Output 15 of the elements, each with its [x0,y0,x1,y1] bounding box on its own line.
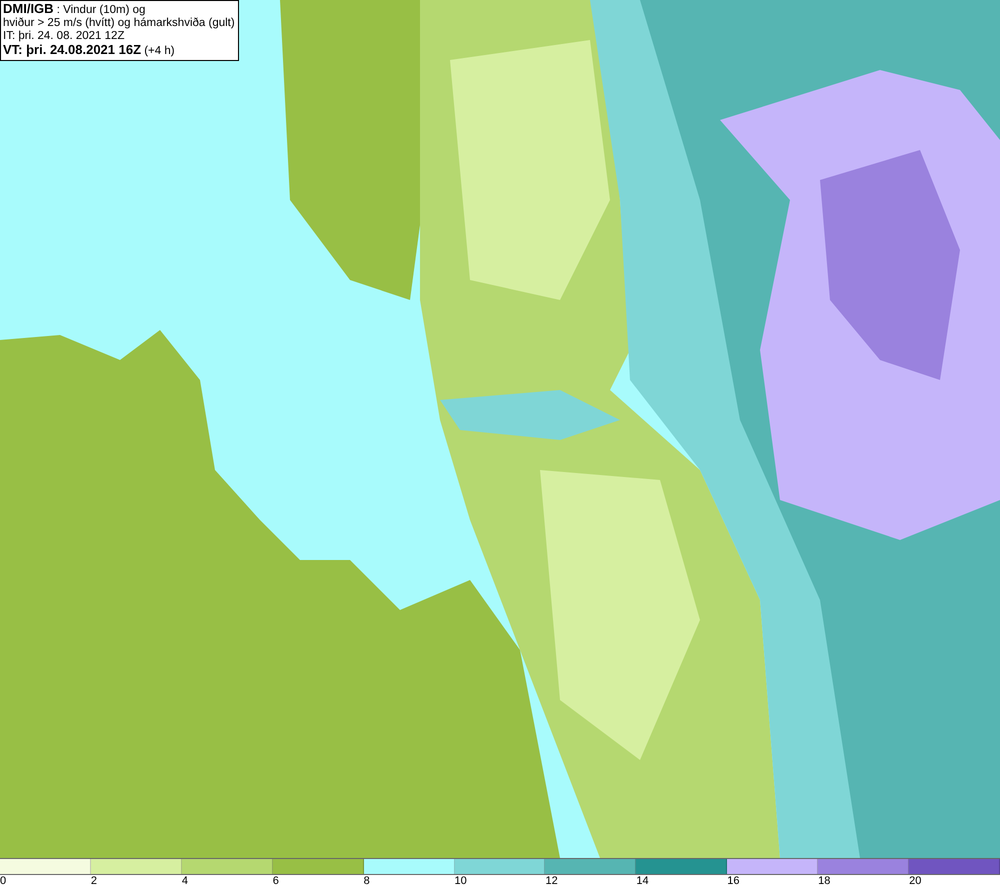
tick-label: 8 [364,875,370,887]
tick-label: 10 [454,875,467,887]
tick-label: 16 [727,875,740,887]
tick-label: 12 [545,875,558,887]
caption-line: IT: þri. 24. 08. 2021 12Z [3,30,126,43]
caption-line: DMI/IGB : Vindur (10m) og [3,2,146,17]
tick-label: 2 [90,875,98,887]
tick-label: 0 [0,875,6,887]
caption-line: VT: þri. 24.08.2021 16Z (+4 h) [3,43,176,58]
tick-label: 20 [909,875,922,887]
tick-label: 18 [818,875,830,887]
tick-label: 14 [636,875,649,887]
tick-label: 4 [182,875,188,887]
caption-line: hviður > 25 m/s (hvítt) og hámarkshviða (gult) [3,17,235,30]
tick-label: 6 [272,875,279,887]
